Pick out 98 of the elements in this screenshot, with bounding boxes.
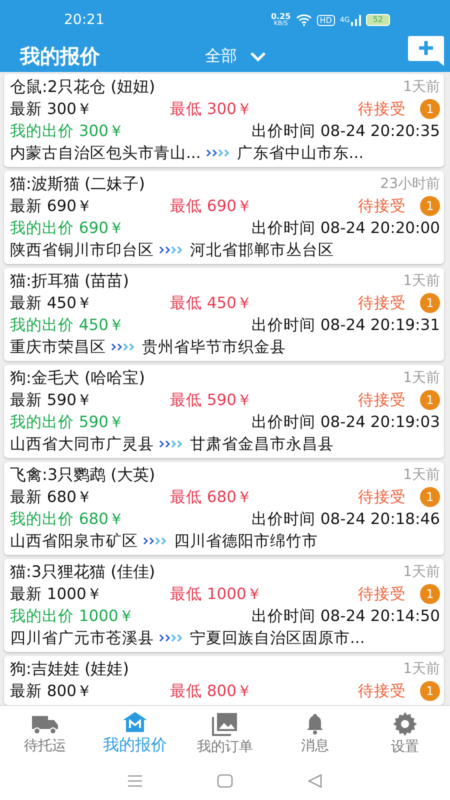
offer-time: 出价时间 08-24 20:19:31 [251,314,440,336]
nav-tab[interactable]: 消息 [270,706,360,761]
lowest-price: 最低 300￥ [170,98,254,120]
nav-tab[interactable]: 待托运 [0,706,90,761]
gallery-icon [212,712,238,736]
count-badge: 1 [420,487,440,507]
chevron-down-icon [249,50,267,62]
my-price: 我的出价 300￥ [10,120,125,142]
arrows-icon [111,343,137,351]
lowest-price: 最低 1000￥ [170,584,264,604]
latest-price: 最新 590￥ [10,390,94,410]
count-badge: 1 [420,293,440,313]
nav-tab[interactable]: 设置 [360,706,450,761]
arrows-icon [159,246,185,254]
offer-title: 猫:3只狸花猫 (佳佳) [10,562,156,582]
offer-age: 1天前 [403,369,440,387]
origin-address: 山西省大同市广灵县 [10,434,154,454]
home-icon[interactable] [217,774,233,788]
latest-price: 最新 300￥ [10,98,94,120]
offer-time: 出价时间 08-24 20:20:00 [251,218,440,238]
latest-price: 最新 1000￥ [10,584,104,604]
battery-level: 52 [366,14,390,26]
net-speed: 0.25 [270,13,291,20]
count-badge: 1 [420,584,440,604]
offer-title: 狗:吉娃娃 (娃娃) [10,658,129,680]
offer-title: 狗:金毛犬 (哈哈宝) [10,368,145,388]
count-badge: 1 [420,681,440,701]
offer-age: 1天前 [403,563,440,581]
status-time: 20:21 [64,12,104,28]
house-icon [122,711,148,733]
destination-address: 贵州省毕节市织金县 [142,336,286,358]
settings-icon [393,712,417,736]
offer-title: 飞禽:3只鹦鹉 (大英) [10,464,156,486]
count-badge: 1 [420,196,440,216]
destination-address: 广东省中山市东... [236,142,364,164]
offer-card[interactable]: 猫:波斯猫 (二妹子) 23小时前 最新 690￥ 最低 690￥ 待接受 1 我的出价 690￥ 出价时间 08-24 20:20:00 陕西省铜川市印台区 河北省邯郸市丛台区 [4,171,444,264]
destination-address: 四川省德阳市绵竹市 [174,530,318,552]
lowest-price: 最低 800￥ [170,680,254,702]
offer-card[interactable]: 猫:3只狸花猫 (佳佳) 1天前 最新 1000￥ 最低 1000￥ 待接受 1 我的出价 1000￥ 出价时间 08-24 20:14:50 四川省广元市苍溪县 宁夏回族自治区固原市... [4,559,444,652]
page-title: 我的报价 [20,42,101,70]
origin-address: 陕西省铜川市印台区 [10,240,154,260]
offer-age: 1天前 [403,466,440,484]
latest-price: 最新 680￥ [10,486,94,508]
arrows-icon [206,149,232,157]
offer-card[interactable]: 仓鼠:2只花仓 (妞妞) 1天前 最新 300￥ 最低 300￥ 待接受 1 我的出价 300￥ 出价时间 08-24 20:20:35 内蒙古自治区包头市青山... 广东省中山市东... [4,74,444,167]
offer-age: 1天前 [403,272,440,290]
offer-age: 23小时前 [380,175,440,193]
my-price: 我的出价 590￥ [10,412,125,432]
offer-status: 待接受 [358,584,406,604]
count-badge: 1 [420,390,440,410]
offer-title: 仓鼠:2只花仓 (妞妞) [10,76,156,98]
latest-price: 最新 800￥ [10,680,94,702]
menu-icon[interactable] [127,774,143,786]
origin-address: 内蒙古自治区包头市青山... [10,142,201,164]
arrows-icon [159,440,185,448]
arrows-icon [143,537,169,545]
lowest-price: 最低 450￥ [170,292,254,314]
offer-status: 待接受 [358,680,406,702]
add-icon[interactable] [408,36,444,66]
back-icon[interactable] [307,774,323,788]
lowest-price: 最低 690￥ [170,196,254,216]
lowest-price: 最低 590￥ [170,390,254,410]
offer-card[interactable]: 飞禽:3只鹦鹉 (大英) 1天前 最新 680￥ 最低 680￥ 待接受 1 我的出价 680￥ 出价时间 08-24 20:18:46 山西省阳泉市矿区 四川省德阳市绵竹市 [4,462,444,555]
nav-tab[interactable]: 我的订单 [180,706,270,761]
offer-card[interactable]: 狗:金毛犬 (哈哈宝) 1天前 最新 590￥ 最低 590￥ 待接受 1 我的出价 590￥ 出价时间 08-24 20:19:03 山西省大同市广灵县 甘肃省金昌市永昌县 [4,365,444,458]
offer-time: 出价时间 08-24 20:14:50 [251,606,440,626]
offer-card[interactable]: 狗:吉娃娃 (娃娃) 1天前 最新 800￥ 最低 800￥ 待接受 1 [4,656,444,705]
destination-address: 宁夏回族自治区固原市... [190,628,365,648]
my-price: 我的出价 680￥ [10,508,125,530]
offer-title: 猫:折耳猫 (苗苗) [10,270,129,292]
signal-icon [350,14,361,26]
offer-time: 出价时间 08-24 20:20:35 [251,120,440,142]
offer-status: 待接受 [358,292,406,314]
my-price: 我的出价 450￥ [10,314,125,336]
destination-address: 甘肃省金昌市永昌县 [190,434,334,454]
offer-age: 1天前 [403,660,440,678]
offer-time: 出价时间 08-24 20:18:46 [251,508,440,530]
origin-address: 山西省阳泉市矿区 [10,530,138,552]
hd-label: HD [316,14,335,26]
my-price: 我的出价 690￥ [10,218,125,238]
offer-card[interactable]: 猫:折耳猫 (苗苗) 1天前 最新 450￥ 最低 450￥ 待接受 1 我的出价 450￥ 出价时间 08-24 20:19:31 重庆市荣昌区 贵州省毕节市织金县 [4,268,444,361]
offer-status: 待接受 [358,98,406,120]
offer-age: 1天前 [403,78,440,96]
offer-title: 猫:波斯猫 (二妹子) [10,174,145,194]
my-price: 我的出价 1000￥ [10,606,134,626]
offer-time: 出价时间 08-24 20:19:03 [251,412,440,432]
offer-status: 待接受 [358,196,406,216]
origin-address: 四川省广元市苍溪县 [10,628,154,648]
wifi-icon [296,14,312,26]
arrows-icon [159,634,185,642]
latest-price: 最新 690￥ [10,196,94,216]
lowest-price: 最低 680￥ [170,486,254,508]
destination-address: 河北省邯郸市丛台区 [190,240,334,260]
offer-status: 待接受 [358,486,406,508]
origin-address: 重庆市荣昌区 [10,336,106,358]
offer-status: 待接受 [358,390,406,410]
count-badge: 1 [420,99,440,119]
latest-price: 最新 450￥ [10,292,94,314]
